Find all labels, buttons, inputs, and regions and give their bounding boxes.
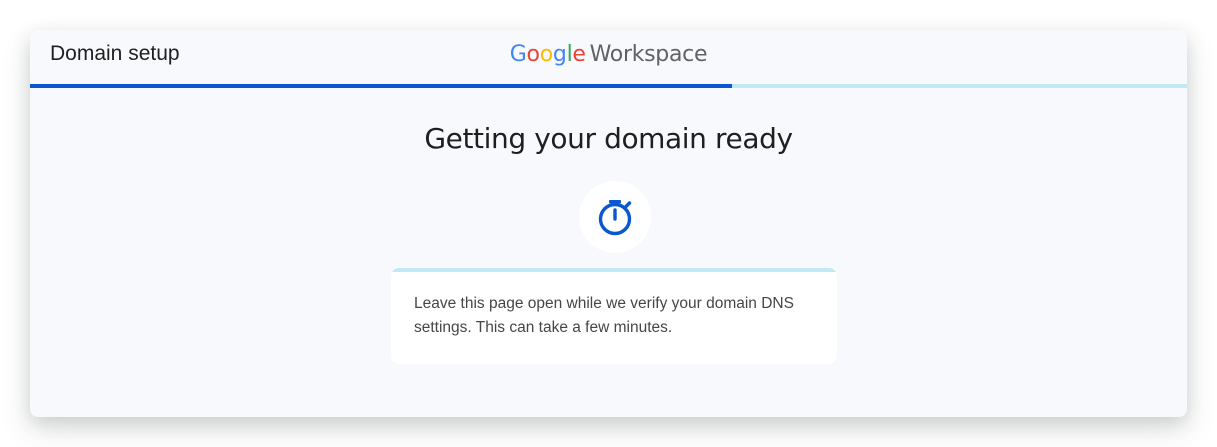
info-message: Leave this page open while we verify you… xyxy=(414,295,794,336)
logo-letter: o xyxy=(539,42,553,67)
header: Domain setup Google Workspace xyxy=(30,30,1187,85)
status-icon-container xyxy=(579,181,651,253)
setup-progress-fill xyxy=(30,84,733,88)
logo-product-name: Workspace xyxy=(589,42,708,67)
logo-letter: G xyxy=(509,42,527,67)
domain-setup-card: Domain setup Google Workspace Getting you… xyxy=(30,30,1187,417)
setup-progress-bar xyxy=(30,84,1187,88)
info-message-box: Leave this page open while we verify you… xyxy=(391,268,837,364)
timer-icon xyxy=(598,200,632,236)
main-heading: Getting your domain ready xyxy=(424,122,793,155)
logo-letter: g xyxy=(552,42,567,67)
google-workspace-logo: Google Workspace xyxy=(30,42,1187,67)
logo-letter: e xyxy=(572,42,586,67)
logo-letter: o xyxy=(526,42,540,67)
